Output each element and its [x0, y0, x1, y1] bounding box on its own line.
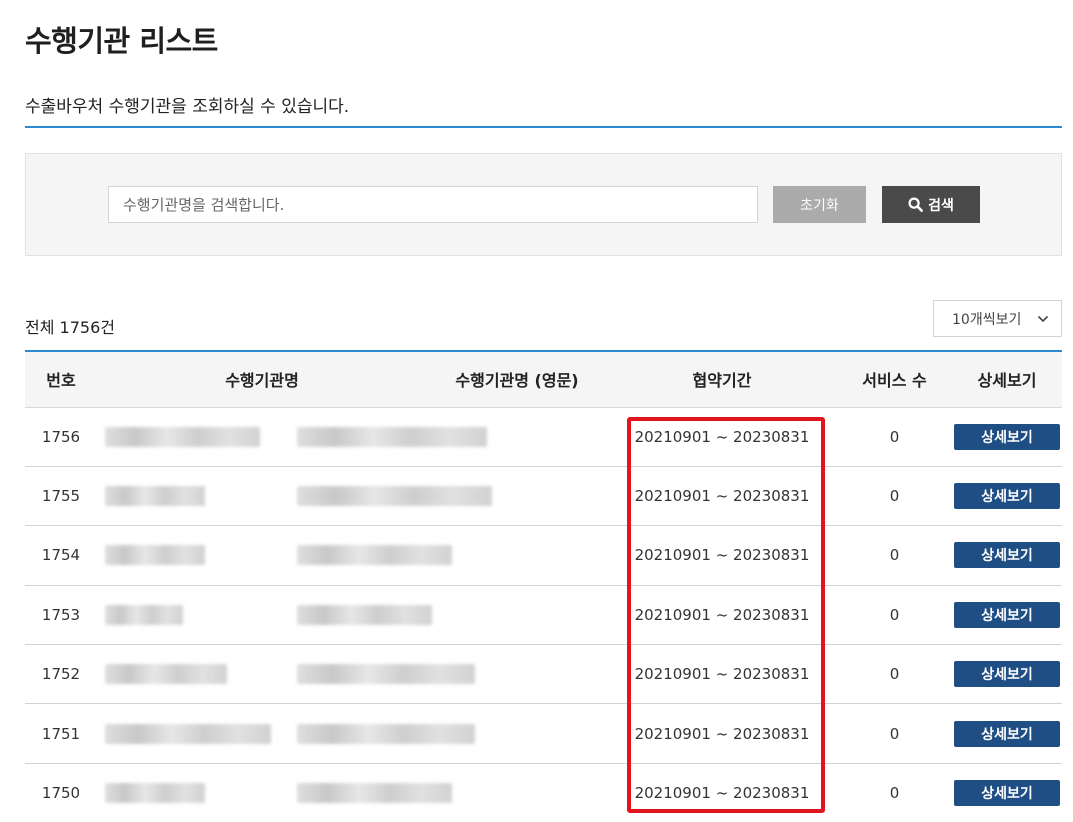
row-name-en-redacted — [297, 525, 607, 586]
column-header-detail: 상세보기 — [952, 352, 1062, 408]
table-row: 1754 20210901 ~ 20230831 0 상세보기 — [25, 525, 1062, 586]
page-title: 수행기관 리스트 — [25, 24, 218, 58]
row-period: 20210901 ~ 20230831 — [607, 407, 837, 467]
row-services: 0 — [837, 703, 952, 764]
table-row: 1752 20210901 ~ 20230831 0 상세보기 — [25, 644, 1062, 705]
row-name-en-redacted — [297, 703, 607, 764]
row-detail-cell: 상세보기 — [952, 585, 1062, 646]
row-services: 0 — [837, 585, 952, 646]
chevron-down-icon — [1037, 315, 1049, 322]
table-row: 1751 20210901 ~ 20230831 0 상세보기 — [25, 703, 1062, 764]
detail-button[interactable]: 상세보기 — [954, 483, 1060, 510]
row-number: 1752 — [25, 644, 97, 705]
row-services: 0 — [837, 644, 952, 705]
row-detail-cell: 상세보기 — [952, 703, 1062, 764]
row-number: 1753 — [25, 585, 97, 646]
detail-button[interactable]: 상세보기 — [954, 601, 1060, 628]
table-row: 1756 20210901 ~ 20230831 0 상세보기 — [25, 407, 1062, 467]
row-name-en-redacted — [297, 763, 607, 822]
row-period: 20210901 ~ 20230831 — [607, 763, 837, 822]
row-period: 20210901 ~ 20230831 — [607, 703, 837, 764]
row-detail-cell: 상세보기 — [952, 763, 1062, 822]
detail-button[interactable]: 상세보기 — [954, 780, 1060, 807]
row-detail-cell: 상세보기 — [952, 466, 1062, 527]
column-header-services: 서비스 수 — [837, 352, 952, 408]
table-row: 1755 20210901 ~ 20230831 0 상세보기 — [25, 466, 1062, 527]
title-divider — [25, 126, 1062, 128]
detail-button[interactable]: 상세보기 — [954, 423, 1060, 450]
column-header-name: 수행기관명 — [97, 352, 427, 408]
institution-table: 번호 수행기관명 수행기관명 (영문) 협약기간 서비스 수 상세보기 1756… — [25, 350, 1062, 822]
row-detail-cell: 상세보기 — [952, 525, 1062, 586]
table-row: 1750 20210901 ~ 20230831 0 상세보기 — [25, 763, 1062, 822]
row-services: 0 — [837, 763, 952, 822]
search-input[interactable] — [108, 186, 758, 223]
row-services: 0 — [837, 525, 952, 586]
search-panel: 초기화 검색 — [25, 153, 1062, 256]
detail-button[interactable]: 상세보기 — [954, 720, 1060, 747]
row-name-en-redacted — [297, 407, 607, 467]
row-detail-cell: 상세보기 — [952, 407, 1062, 467]
search-button[interactable]: 검색 — [882, 186, 980, 223]
row-name-en-redacted — [297, 644, 607, 705]
row-name-en-redacted — [297, 466, 607, 527]
row-name-en-redacted — [297, 585, 607, 646]
search-button-label: 검색 — [928, 197, 954, 214]
row-number: 1756 — [25, 407, 97, 467]
page-description: 수출바우처 수행기관을 조회하실 수 있습니다. — [25, 97, 350, 117]
table-row: 1753 20210901 ~ 20230831 0 상세보기 — [25, 585, 1062, 646]
table-header-row: 번호 수행기관명 수행기관명 (영문) 협약기간 서비스 수 상세보기 — [25, 352, 1062, 408]
page-size-value: 10개씩보기 — [952, 311, 1022, 328]
search-icon — [908, 197, 924, 212]
row-services: 0 — [837, 407, 952, 467]
detail-button[interactable]: 상세보기 — [954, 542, 1060, 569]
row-number: 1754 — [25, 525, 97, 586]
row-period: 20210901 ~ 20230831 — [607, 466, 837, 527]
row-detail-cell: 상세보기 — [952, 644, 1062, 705]
column-header-name-en: 수행기관명 (영문) — [427, 352, 607, 408]
row-number: 1750 — [25, 763, 97, 822]
row-period: 20210901 ~ 20230831 — [607, 525, 837, 586]
row-number: 1755 — [25, 466, 97, 527]
column-header-number: 번호 — [25, 352, 97, 408]
total-count: 전체 1756건 — [25, 318, 115, 337]
reset-button[interactable]: 초기화 — [773, 186, 866, 223]
page-size-select[interactable]: 10개씩보기 — [933, 300, 1062, 337]
column-header-period: 협약기간 — [607, 352, 837, 408]
row-number: 1751 — [25, 703, 97, 764]
row-period: 20210901 ~ 20230831 — [607, 644, 837, 705]
row-services: 0 — [837, 466, 952, 527]
row-period: 20210901 ~ 20230831 — [607, 585, 837, 646]
detail-button[interactable]: 상세보기 — [954, 661, 1060, 688]
